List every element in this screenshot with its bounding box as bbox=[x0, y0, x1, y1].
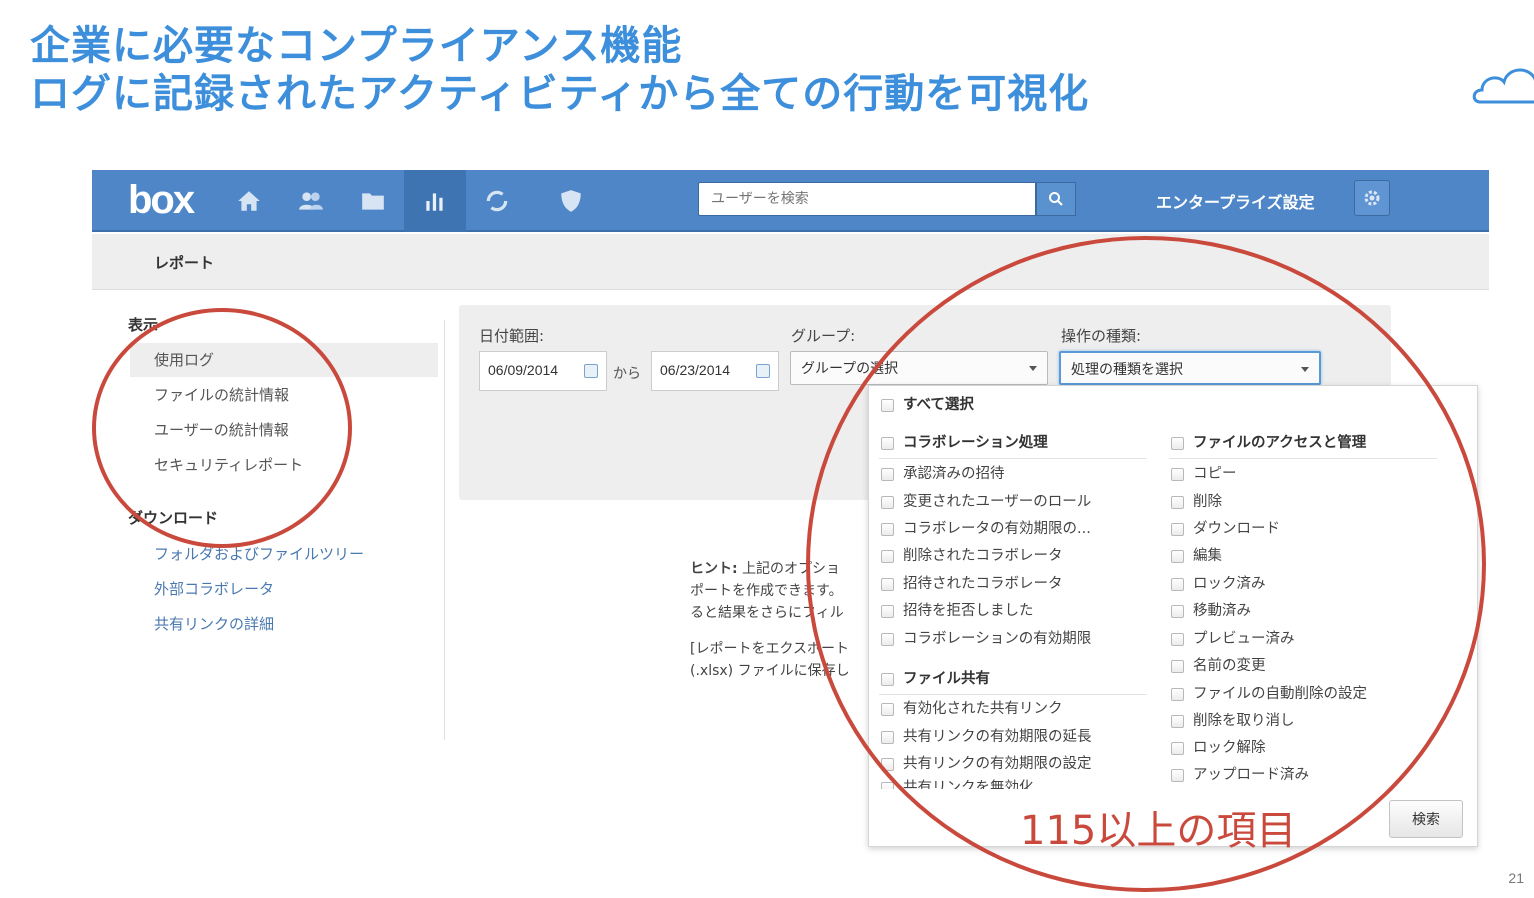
date-from-value: 06/09/2014 bbox=[488, 362, 559, 378]
sidebar: 表示 使用ログ ファイルの統計情報 ユーザーの統計情報 セキュリティレポート ダ… bbox=[92, 310, 444, 740]
box-logo[interactable]: box bbox=[128, 178, 195, 223]
search-icon bbox=[1049, 192, 1063, 206]
search-submit-button[interactable]: 検索 bbox=[1389, 800, 1463, 838]
collab-option[interactable]: 削除されたコラボレータ bbox=[879, 545, 1063, 567]
date-to-field[interactable]: 06/23/2014 bbox=[651, 351, 779, 391]
file-option[interactable]: 移動済み bbox=[1169, 600, 1251, 622]
users-icon[interactable] bbox=[280, 170, 342, 232]
user-search-input[interactable] bbox=[699, 183, 1035, 215]
calendar-icon[interactable] bbox=[756, 364, 770, 378]
divider bbox=[879, 458, 1147, 459]
file-option[interactable]: ファイルの自動削除の設定 bbox=[1169, 683, 1367, 705]
file-option[interactable]: 編集 bbox=[1169, 545, 1222, 567]
hint-label: ヒント: bbox=[690, 561, 738, 577]
collab-option[interactable]: 変更されたユーザーのロール bbox=[879, 491, 1091, 513]
date-from-field[interactable]: 06/09/2014 bbox=[479, 351, 607, 391]
divider bbox=[879, 694, 1147, 695]
shield-icon[interactable] bbox=[540, 170, 602, 232]
date-range-label: 日付範囲: bbox=[479, 327, 545, 345]
calendar-icon[interactable] bbox=[584, 364, 598, 378]
collab-option[interactable]: 招待を拒否しました bbox=[879, 600, 1034, 622]
chevron-down-icon bbox=[1029, 366, 1037, 371]
hint-line: (.xlsx) ファイルに保存し bbox=[690, 663, 850, 679]
share-option[interactable]: 有効化された共有リンク bbox=[879, 698, 1063, 720]
action-type-select-value: 処理の種類を選択 bbox=[1071, 362, 1183, 378]
page-title: レポート bbox=[154, 254, 215, 272]
download-link-external-collaborators[interactable]: 外部コラボレータ bbox=[154, 578, 274, 599]
hint-line: ポートを作成できます。 bbox=[690, 583, 843, 599]
collab-option[interactable]: コラボレータの有効期限の... bbox=[879, 518, 1091, 540]
sidebar-divider bbox=[444, 320, 445, 740]
search-button[interactable] bbox=[1036, 182, 1076, 216]
slide-title-line1: 企業に必要なコンプライアンス機能 bbox=[30, 23, 683, 69]
action-type-label: 操作の種類: bbox=[1061, 327, 1142, 345]
slide-title: 企業に必要なコンプライアンス機能 ログに記録されたアクティビティから全ての行動を… bbox=[30, 22, 1089, 118]
chevron-down-icon bbox=[1301, 367, 1309, 372]
folder-icon[interactable] bbox=[342, 170, 404, 232]
from-text: から bbox=[613, 366, 641, 382]
download-link-shared-links[interactable]: 共有リンクの詳細 bbox=[154, 613, 274, 634]
sidebar-item-user-stats[interactable]: ユーザーの統計情報 bbox=[130, 413, 438, 447]
file-option[interactable]: 削除を取り消し bbox=[1169, 710, 1295, 732]
gear-icon bbox=[1364, 190, 1380, 206]
collab-option[interactable]: コラボレーションの有効期限 bbox=[879, 628, 1091, 650]
group-select-value: グループの選択 bbox=[801, 361, 899, 377]
user-search-field[interactable] bbox=[698, 182, 1036, 216]
page-number: 21 bbox=[1508, 870, 1524, 886]
cloud-icon bbox=[1472, 68, 1534, 104]
select-all-checkbox[interactable]: すべて選択 bbox=[879, 394, 974, 416]
hint-line: 上記のオプショ bbox=[742, 561, 841, 577]
page-header: レポート bbox=[92, 234, 1489, 290]
group-label: グループ: bbox=[791, 327, 856, 345]
hint-line: ると結果をさらにフィル bbox=[690, 605, 844, 621]
slide-title-line2: ログに記録されたアクティビティから全ての行動を可視化 bbox=[30, 71, 1090, 117]
action-type-select[interactable]: 処理の種類を選択 bbox=[1059, 351, 1321, 385]
download-link-folder-tree[interactable]: フォルダおよびファイルツリー bbox=[154, 543, 364, 564]
sidebar-item-security-report[interactable]: セキュリティレポート bbox=[130, 448, 438, 482]
file-option[interactable]: ロック解除 bbox=[1169, 737, 1266, 759]
file-option[interactable]: プレビュー済み bbox=[1169, 628, 1295, 650]
collab-option[interactable]: 承認済みの招待 bbox=[879, 463, 1005, 485]
action-type-dropdown: すべて選択 コラボレーション処理 承認済みの招待 変更されたユーザーのロール コ… bbox=[868, 385, 1478, 847]
top-navigation-bar: box エンタープライズ設定 bbox=[92, 170, 1489, 232]
view-heading: 表示 bbox=[128, 316, 159, 334]
hint-text: ヒント: 上記のオプショ ポートを作成できます。 ると結果をさらにフィル [レポ… bbox=[690, 558, 890, 682]
share-option[interactable]: 共有リンクを無効化 bbox=[879, 777, 1034, 789]
file-option[interactable]: 名前の変更 bbox=[1169, 655, 1266, 677]
group-select[interactable]: グループの選択 bbox=[790, 351, 1048, 385]
collab-heading-checkbox[interactable]: コラボレーション処理 bbox=[879, 432, 1048, 454]
file-option[interactable]: コピー bbox=[1169, 463, 1237, 485]
box-app-window: box エンタープライズ設定 レポート bbox=[92, 170, 1489, 847]
reports-icon[interactable] bbox=[404, 170, 466, 232]
file-option[interactable]: ダウンロード bbox=[1169, 518, 1280, 540]
annotation-text: 115以上の項目 bbox=[1020, 808, 1297, 854]
sidebar-item-file-stats[interactable]: ファイルの統計情報 bbox=[130, 378, 438, 412]
share-option[interactable]: 共有リンクの有効期限の設定 bbox=[879, 753, 1092, 775]
share-option[interactable]: 共有リンクの有効期限の延長 bbox=[879, 726, 1092, 748]
divider bbox=[1169, 458, 1437, 459]
collab-option[interactable]: 招待されたコラボレータ bbox=[879, 573, 1063, 595]
file-option[interactable]: アップロード済み bbox=[1169, 764, 1309, 786]
sidebar-item-usage-log[interactable]: 使用ログ bbox=[130, 343, 438, 377]
home-icon[interactable] bbox=[218, 170, 280, 232]
file-heading-checkbox[interactable]: ファイルのアクセスと管理 bbox=[1169, 432, 1366, 454]
settings-button[interactable] bbox=[1354, 180, 1390, 216]
share-heading-checkbox[interactable]: ファイル共有 bbox=[879, 668, 990, 690]
file-option[interactable]: ロック済み bbox=[1169, 573, 1266, 595]
hint-line: [レポートをエクスポート bbox=[690, 641, 850, 657]
date-to-value: 06/23/2014 bbox=[660, 362, 731, 378]
enterprise-settings-link[interactable]: エンタープライズ設定 bbox=[1156, 189, 1315, 213]
sync-icon[interactable] bbox=[466, 170, 528, 232]
download-heading: ダウンロード bbox=[128, 509, 219, 527]
file-option[interactable]: 削除 bbox=[1169, 491, 1222, 513]
